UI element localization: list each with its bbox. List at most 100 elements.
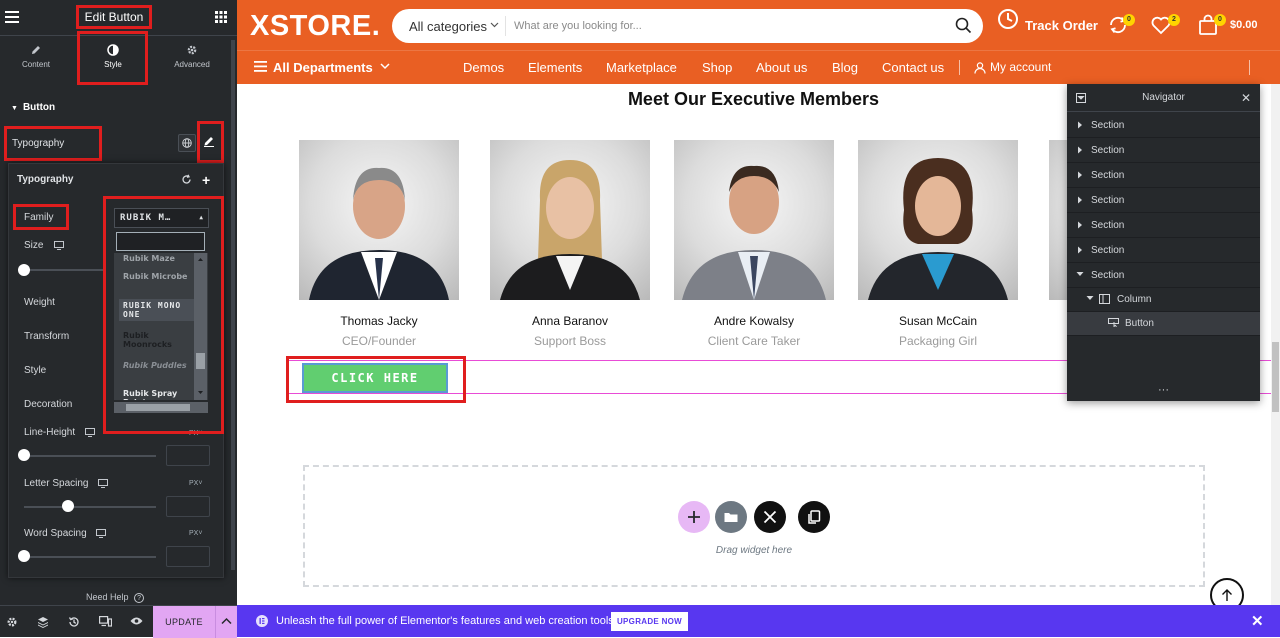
navigator-item-section[interactable]: Section [1067,214,1260,238]
close-icon[interactable]: ✕ [1241,91,1251,105]
member-name: Anna Baranov [531,314,609,328]
navigator-item-label: Section [1091,220,1125,231]
nav-contact-us[interactable]: Contact us [882,60,944,75]
font-option[interactable]: Rubik Moonrocks [123,331,195,349]
font-search-input[interactable] [116,232,205,251]
search-category-select[interactable]: All categories [409,19,487,34]
navigator-item-section[interactable]: Section [1067,239,1260,263]
page-scroll-thumb[interactable] [1272,342,1279,412]
section-button-toggle[interactable]: ▼ Button [11,102,55,113]
navigator-item-column[interactable]: Column [1067,288,1260,312]
need-help-link[interactable]: Need Help ? [86,592,145,603]
line-height-slider-handle[interactable] [18,449,30,461]
member-card: Anna Baranov Support Boss [490,140,650,348]
letter-spacing-slider-handle[interactable] [62,500,74,512]
nav-shop[interactable]: Shop [702,60,732,75]
highlight-style-tab [77,31,148,85]
size-slider-track[interactable] [24,269,106,271]
preview-eye-icon[interactable] [130,616,143,626]
menu-icon[interactable] [5,11,19,23]
navigator-item-section[interactable]: Section [1067,164,1260,188]
navigator-resize-handle[interactable]: ··· [1067,385,1260,396]
navigator-title: Navigator [1142,92,1185,103]
responsive-desktop-icon[interactable] [85,428,95,437]
word-spacing-slider-handle[interactable] [18,550,30,562]
line-height-input[interactable] [166,445,210,466]
font-list-hscroll-thumb[interactable] [126,404,190,411]
line-height-slider-track[interactable] [24,455,156,457]
close-icon[interactable]: ✕ [1251,612,1264,630]
navigator-item-label: Section [1091,145,1125,156]
widgets-grid-icon[interactable] [215,11,227,23]
font-option[interactable]: Rubik Puddles [123,361,195,370]
nav-demos[interactable]: Demos [463,60,504,75]
update-button[interactable]: UPDATE [153,606,215,638]
font-list-scrollbar[interactable] [194,253,207,400]
font-option-highlighted[interactable]: RUBIK MONO ONE [119,299,203,321]
search-icon[interactable] [955,17,972,34]
page-scrollbar[interactable] [1271,84,1280,605]
tab-content[interactable]: Content [1,41,71,79]
site-logo[interactable]: XSTORE. [250,10,380,43]
font-option[interactable]: Rubik Microbe [123,272,195,281]
font-list-scroll-thumb[interactable] [196,353,205,369]
nav-elements[interactable]: Elements [528,60,582,75]
layers-icon[interactable] [37,616,49,628]
tab-advanced[interactable]: Advanced [157,41,227,79]
folder-icon [715,509,747,525]
add-template-button[interactable] [715,501,747,533]
word-spacing-slider-track[interactable] [24,556,156,558]
paste-button[interactable] [798,501,830,533]
upgrade-now-button[interactable]: UPGRADE NOW [611,612,688,631]
copy-icon [798,509,830,525]
update-options-button[interactable] [215,606,237,638]
responsive-desktop-icon[interactable] [98,479,108,488]
button-widget-icon [1108,318,1119,327]
responsive-mode-icon[interactable] [99,616,112,627]
search-divider [505,16,506,36]
caret-right-icon [1077,221,1083,229]
site-header: XSTORE. All categories Track Order 0 2 0… [237,0,1280,84]
nav-marketplace[interactable]: Marketplace [606,60,677,75]
member-role: Client Care Taker [707,334,801,348]
click-here-button[interactable]: CLICK HERE [302,363,448,393]
letter-spacing-unit[interactable]: PX˅ [189,480,202,487]
font-option[interactable]: Rubik Maze [123,254,195,263]
reset-icon[interactable] [181,174,192,185]
letter-spacing-input[interactable] [166,496,210,517]
panel-scrollbar[interactable] [231,40,235,570]
responsive-desktop-icon[interactable] [96,529,106,538]
font-list-hscrollbar[interactable] [114,402,208,413]
navigator-item-button[interactable]: Button [1067,312,1260,336]
x-button[interactable] [754,501,786,533]
size-slider-handle[interactable] [18,264,30,276]
navigator-item-section[interactable]: Section [1067,139,1260,163]
word-spacing-input[interactable] [166,546,210,567]
cart-total[interactable]: $0.00 [1230,19,1258,31]
history-icon[interactable] [68,616,80,628]
nav-blog[interactable]: Blog [832,60,858,75]
settings-icon[interactable] [6,616,18,628]
edit-typography-icon[interactable] [203,135,215,147]
navigator-item-section[interactable]: Section [1067,189,1260,213]
member-photo [490,140,650,300]
word-spacing-unit[interactable]: PX˅ [189,530,202,537]
navigator-item-label: Button [1125,318,1154,329]
letter-spacing-slider-track[interactable] [24,506,156,508]
chevron-down-icon [380,63,390,70]
add-icon[interactable]: + [202,172,210,188]
responsive-desktop-icon[interactable] [54,241,64,250]
chevron-up-icon [216,617,237,625]
add-section-button[interactable] [678,501,710,533]
search-input[interactable] [514,17,934,35]
member-role: Packaging Girl [898,334,978,348]
font-option[interactable]: Rubik Spray Paint [123,389,195,400]
navigator-item-section[interactable]: Section [1067,114,1260,138]
nav-divider [959,60,960,75]
font-family-select[interactable]: RUBIK M… ▲ [114,208,209,228]
member-card: Andre Kowalsy Client Care Taker [674,140,834,348]
nav-about-us[interactable]: About us [756,60,807,75]
back-to-top-button[interactable] [1210,578,1244,605]
global-fonts-button[interactable] [178,134,196,152]
navigator-item-section-expanded[interactable]: Section [1067,264,1260,288]
